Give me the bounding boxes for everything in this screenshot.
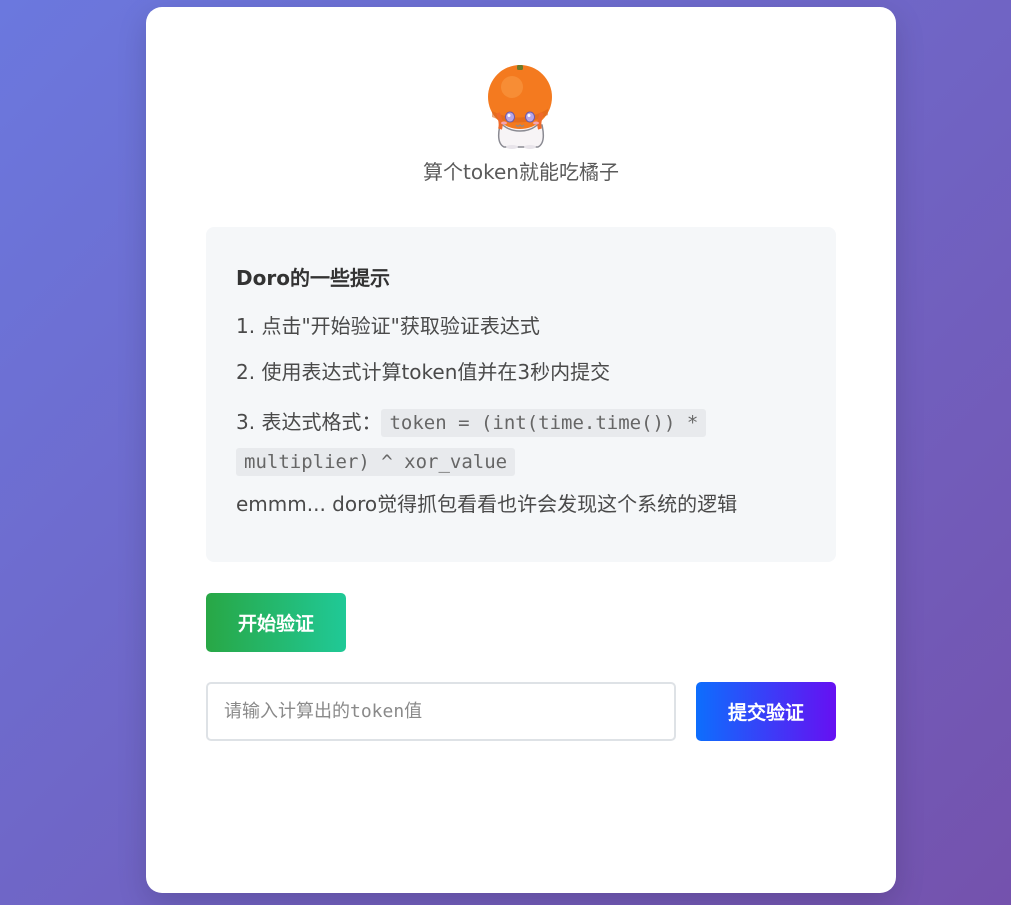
start-verification-button[interactable]: 开始验证 [206, 593, 346, 652]
tip-step-3: 3. 表达式格式： token = (int(time.time()) * mult… [236, 403, 806, 481]
tip-note: emmm... doro觉得抓包看看也许会发现这个系统的逻辑 [236, 492, 738, 516]
expression-code-line-1: token = (int(time.time()) * [381, 409, 707, 437]
expression-code-line-2: multiplier) ^ xor_value [236, 448, 516, 476]
tip-step-3-label: 3. 表达式格式： [236, 410, 382, 434]
verification-card: 算个token就能吃橘子 Doro的一些提示 1. 点击"开始验证"获取验证表达… [146, 7, 896, 893]
tip-step-2: 2. 使用表达式计算token值并在3秒内提交 [236, 360, 611, 384]
token-input[interactable] [206, 682, 676, 741]
tips-title: Doro的一些提示 [236, 266, 390, 290]
orange-avatar-icon [488, 65, 552, 149]
page-subtitle: 算个token就能吃橘子 [423, 160, 619, 184]
tip-step-1: 1. 点击"开始验证"获取验证表达式 [236, 314, 540, 338]
avatar [482, 63, 560, 149]
submit-verification-button[interactable]: 提交验证 [696, 682, 836, 741]
tips-panel: Doro的一些提示 1. 点击"开始验证"获取验证表达式 2. 使用表达式计算t… [206, 227, 836, 562]
